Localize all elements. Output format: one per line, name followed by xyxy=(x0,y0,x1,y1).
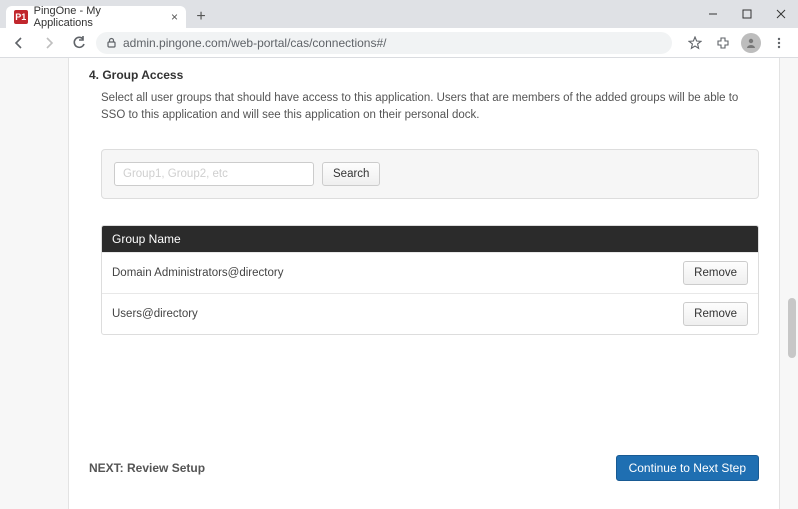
star-icon[interactable] xyxy=(682,30,708,56)
close-tab-icon[interactable]: × xyxy=(171,10,178,24)
group-table-header: Group Name xyxy=(102,226,758,252)
next-step-label: NEXT: Review Setup xyxy=(89,461,205,475)
group-table: Group Name Domain Administrators@directo… xyxy=(101,225,759,335)
profile-avatar-icon[interactable] xyxy=(738,30,764,56)
back-icon[interactable] xyxy=(6,30,32,56)
step-description: Select all user groups that should have … xyxy=(101,90,759,125)
remove-button[interactable]: Remove xyxy=(683,302,748,326)
window-controls xyxy=(696,0,798,28)
browser-titlebar: P1 PingOne - My Applications × + xyxy=(0,0,798,28)
table-row: Domain Administrators@directory Remove xyxy=(102,252,758,293)
close-window-icon[interactable] xyxy=(764,0,798,28)
continue-button[interactable]: Continue to Next Step xyxy=(616,455,759,481)
url-text: admin.pingone.com/web-portal/cas/connect… xyxy=(123,36,386,50)
group-search-panel: Search xyxy=(101,149,759,199)
favicon-icon: P1 xyxy=(14,10,28,24)
wizard-footer: NEXT: Review Setup Continue to Next Step xyxy=(89,455,759,481)
browser-tab[interactable]: P1 PingOne - My Applications × xyxy=(6,6,186,28)
maximize-icon[interactable] xyxy=(730,0,764,28)
lock-icon xyxy=(106,37,117,48)
page-card: 4. Group Access Select all user groups t… xyxy=(68,58,780,509)
extensions-icon[interactable] xyxy=(710,30,736,56)
forward-icon[interactable] xyxy=(36,30,62,56)
table-row: Users@directory Remove xyxy=(102,293,758,334)
page-viewport: 4. Group Access Select all user groups t… xyxy=(0,58,798,509)
minimize-icon[interactable] xyxy=(696,0,730,28)
group-search-input[interactable] xyxy=(114,162,314,186)
search-button[interactable]: Search xyxy=(322,162,380,186)
tab-title: PingOne - My Applications xyxy=(34,5,159,29)
group-name-cell: Domain Administrators@directory xyxy=(112,267,283,279)
menu-icon[interactable] xyxy=(766,30,792,56)
address-bar[interactable]: admin.pingone.com/web-portal/cas/connect… xyxy=(96,32,672,54)
browser-toolbar: admin.pingone.com/web-portal/cas/connect… xyxy=(0,28,798,58)
remove-button[interactable]: Remove xyxy=(683,261,748,285)
group-name-cell: Users@directory xyxy=(112,308,198,320)
step-title: 4. Group Access xyxy=(89,68,759,82)
new-tab-button[interactable]: + xyxy=(190,6,212,28)
scrollbar-thumb[interactable] xyxy=(788,298,796,358)
reload-icon[interactable] xyxy=(66,30,92,56)
